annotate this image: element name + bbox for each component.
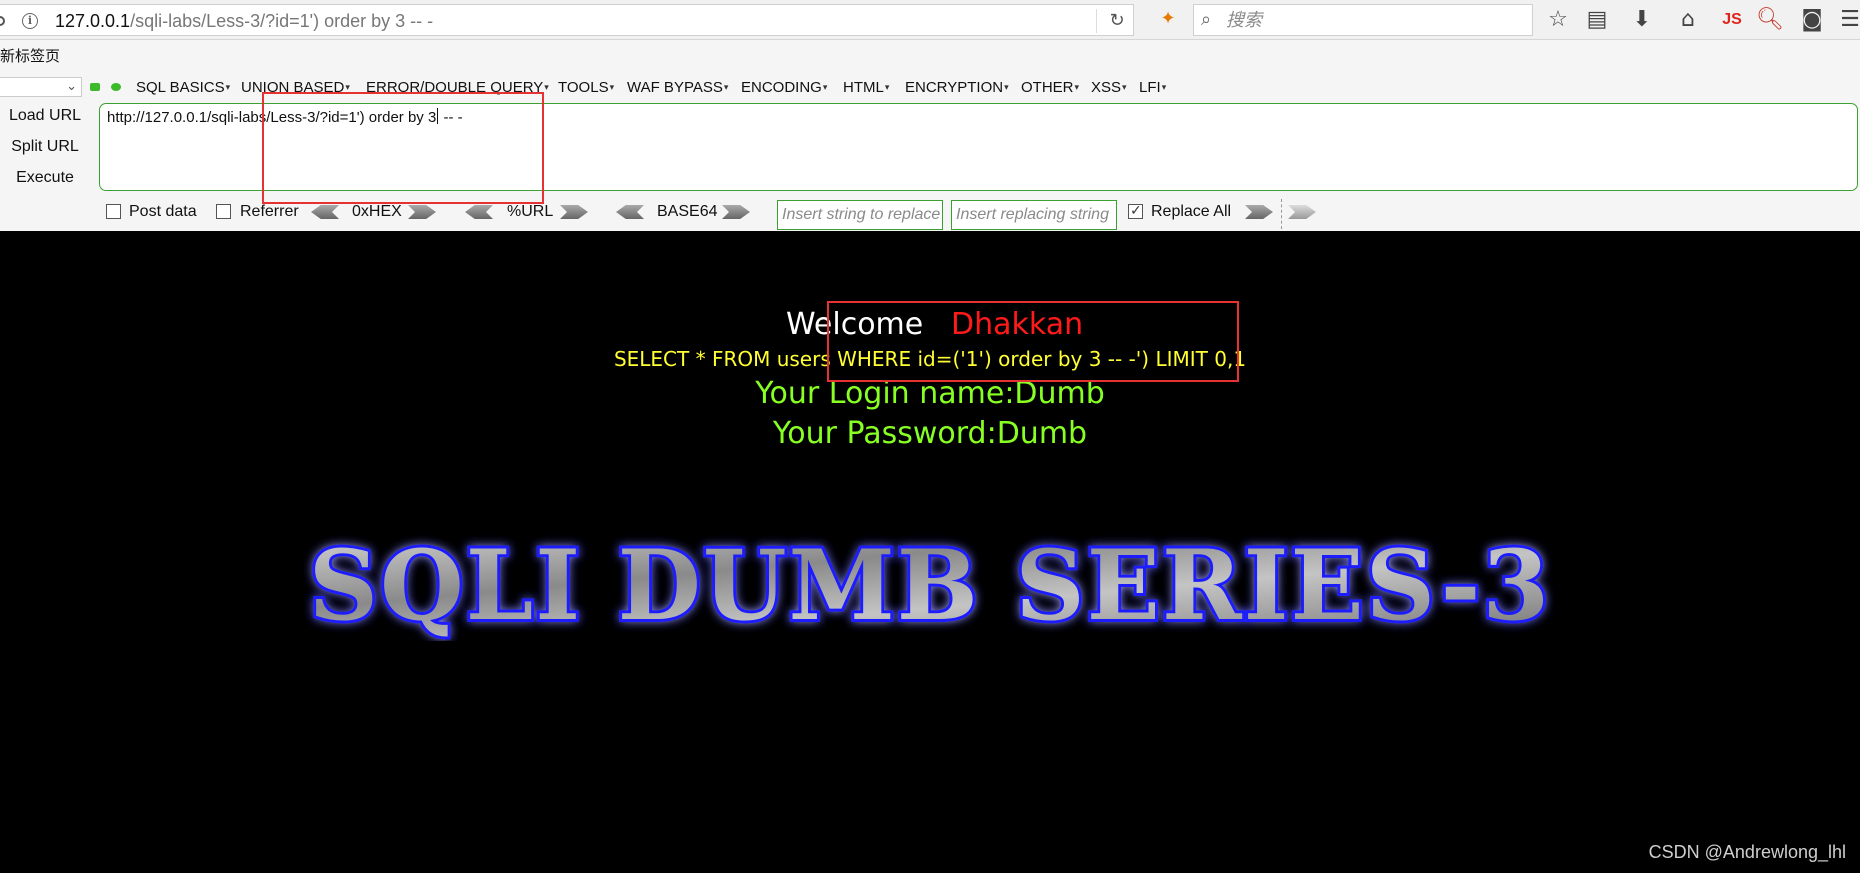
menu-union-based[interactable]: UNION BASED: [241, 78, 350, 97]
hackbar-url-textarea[interactable]: http://127.0.0.1/sqli-labs/Less-3/?id=1'…: [99, 103, 1858, 191]
hex-label: 0xHEX: [352, 203, 402, 220]
chevron-down-icon: ⌄: [66, 79, 77, 94]
reload-icon[interactable]: ↻: [1108, 12, 1126, 30]
replace-all-label: Replace All: [1151, 203, 1232, 220]
url-encode-arrow-icon[interactable]: [560, 205, 588, 219]
js-icon[interactable]: JS: [1720, 8, 1744, 32]
series-banner: SQLI DUMB SERIES-3: [306, 526, 1552, 641]
referrer-label: Referrer: [240, 203, 299, 220]
menu-sql-basics[interactable]: SQL BASICS: [136, 78, 230, 97]
magnifier-icon[interactable]: 🔍︎: [1756, 8, 1784, 32]
replace-all-checkbox[interactable]: [1128, 202, 1143, 220]
insert-replacing-input[interactable]: [951, 200, 1117, 230]
base64-encode-arrow-icon[interactable]: [722, 205, 750, 219]
hex-encode-arrow-icon[interactable]: [408, 205, 436, 219]
home-icon[interactable]: ⌂: [1676, 8, 1700, 32]
replace-next-arrow-icon[interactable]: [1288, 205, 1316, 219]
minus-icon[interactable]: [90, 83, 100, 91]
post-data-checkbox[interactable]: [106, 204, 121, 219]
hackbar-select[interactable]: ⌄: [0, 77, 82, 97]
page-content: Welcome Dhakkan SELECT * FROM users WHER…: [0, 231, 1860, 873]
hackbar-menu: ⌄ SQL BASICS UNION BASED ERROR/DOUBLE QU…: [0, 74, 1860, 100]
post-data-label: Post data: [129, 203, 197, 220]
insert-string-input[interactable]: [777, 200, 943, 230]
search-box[interactable]: ⌕: [1193, 4, 1533, 36]
menu-html[interactable]: HTML: [843, 78, 889, 97]
url-divider: [1096, 9, 1097, 33]
execute-button[interactable]: Execute: [0, 168, 90, 188]
base64-decode-arrow-icon[interactable]: [616, 205, 644, 219]
menu-other[interactable]: OTHER: [1021, 78, 1079, 97]
sql-query-text: SELECT * FROM users WHERE id=('1') order…: [613, 347, 1247, 371]
extension-icon[interactable]: ✦: [1158, 9, 1178, 29]
menu-icon[interactable]: ☰: [1838, 8, 1860, 32]
login-name-text: Your Login name:Dumb: [755, 376, 1105, 411]
info-icon[interactable]: i: [22, 13, 38, 29]
reading-list-icon[interactable]: ▤: [1585, 8, 1609, 32]
menu-error-double-query[interactable]: ERROR/DOUBLE QUERY: [366, 78, 549, 97]
star-icon[interactable]: ☆: [1546, 8, 1570, 32]
welcome-name: Dhakkan: [951, 307, 1084, 342]
hackbar-url-text: http://127.0.0.1/sqli-labs/Less-3/?id=1'…: [107, 108, 463, 126]
search-icon: ⌕: [1201, 9, 1212, 30]
hackbar-options: Post data Referrer 0xHEX %URL BASE64 Rep…: [0, 199, 1860, 230]
hex-decode-arrow-icon[interactable]: [311, 205, 339, 219]
url-text[interactable]: 127.0.0.1/sqli-labs/Less-3/?id=1') order…: [55, 11, 433, 31]
load-url-button[interactable]: Load URL: [0, 106, 90, 126]
back-button-icon[interactable]: [0, 16, 5, 26]
browser-chrome: i 127.0.0.1/sqli-labs/Less-3/?id=1') ord…: [0, 0, 1860, 231]
menu-xss[interactable]: XSS: [1091, 78, 1127, 97]
bookmark-new-tab[interactable]: 新标签页: [0, 47, 60, 65]
address-bar: i 127.0.0.1/sqli-labs/Less-3/?id=1') ord…: [0, 0, 1860, 40]
referrer-checkbox[interactable]: [216, 204, 231, 219]
pocket-icon[interactable]: ◙: [1800, 8, 1824, 32]
series-title: SQLI DUMB SERIES-3: [309, 529, 1551, 641]
url-bar[interactable]: i 127.0.0.1/sqli-labs/Less-3/?id=1') ord…: [0, 4, 1134, 36]
base64-label: BASE64: [657, 203, 718, 220]
download-icon[interactable]: ⬇: [1630, 8, 1654, 32]
url-encoding-label: %URL: [507, 203, 554, 220]
welcome-text: Welcome: [786, 307, 924, 342]
split-url-button[interactable]: Split URL: [0, 137, 90, 157]
menu-waf-bypass[interactable]: WAF BYPASS: [627, 78, 728, 97]
plus-icon[interactable]: [111, 83, 121, 91]
replace-arrow-icon[interactable]: [1245, 205, 1273, 219]
menu-tools[interactable]: TOOLS: [558, 78, 614, 97]
menu-lfi[interactable]: LFI: [1139, 78, 1166, 97]
menu-encryption[interactable]: ENCRYPTION: [905, 78, 1009, 97]
url-decode-arrow-icon[interactable]: [465, 205, 493, 219]
options-divider: [1281, 199, 1282, 229]
search-input[interactable]: [1226, 8, 1526, 32]
menu-encoding[interactable]: ENCODING: [741, 78, 827, 97]
watermark: CSDN @Andrewlong_lhl: [1648, 842, 1846, 862]
password-text: Your Password:Dumb: [772, 416, 1088, 451]
